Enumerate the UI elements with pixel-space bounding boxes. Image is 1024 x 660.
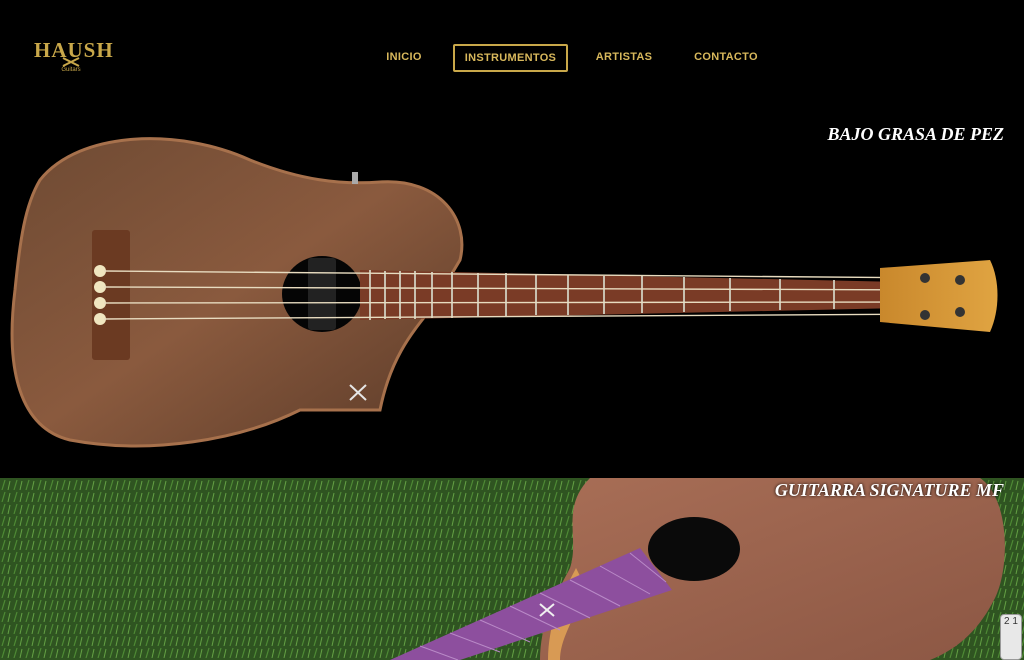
slide-title: GUITARRA SIGNATURE MF [774, 480, 1004, 500]
nav-instrumentos[interactable]: INSTRUMENTOS [453, 44, 568, 72]
main-nav: INICIO INSTRUMENTOS ARTISTAS CONTACTO [0, 44, 1024, 72]
slide-counter-text: 2 1 [1004, 616, 1018, 627]
nav-artistas[interactable]: ARTISTAS [593, 44, 655, 70]
site-header: HAUSH Guitars INICIO INSTRUMENTOS ARTIST… [0, 0, 1024, 110]
slide-bajo-grasa-de-pez[interactable]: BAJO GRASA DE PEZ [0, 110, 1024, 478]
guitar-on-grass-image [0, 478, 1024, 660]
nav-contacto[interactable]: CONTACTO [690, 44, 762, 70]
slide-title: BAJO GRASA DE PEZ [827, 124, 1004, 144]
bass-guitar-image [10, 137, 998, 448]
slide-guitarra-signature-mf[interactable]: GUITARRA SIGNATURE MF [0, 478, 1024, 660]
slide-counter-widget[interactable]: 2 1 [1000, 614, 1022, 660]
nav-inicio[interactable]: INICIO [380, 44, 428, 70]
